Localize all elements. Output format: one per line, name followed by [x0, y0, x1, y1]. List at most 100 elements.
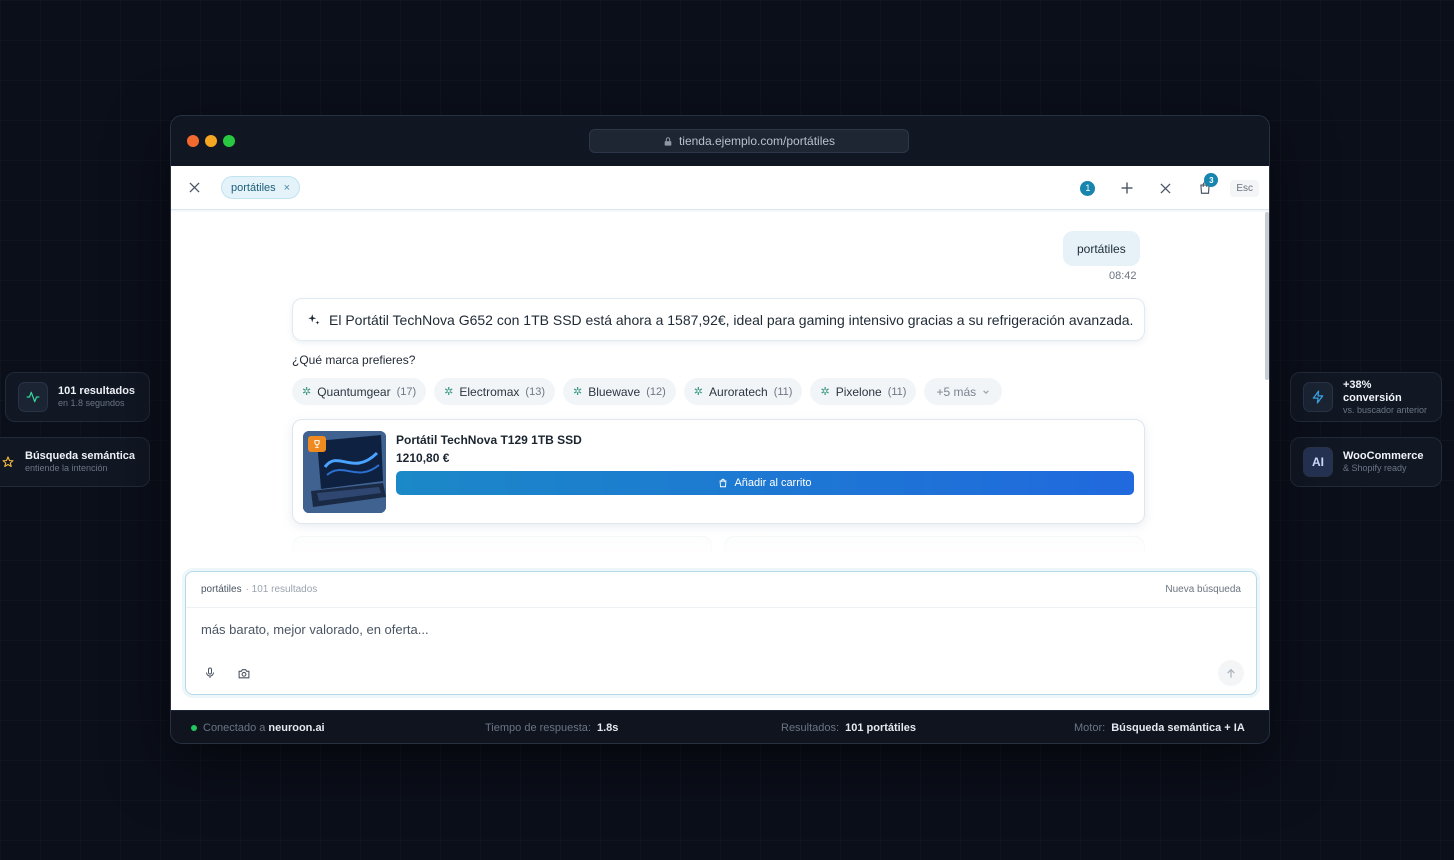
- star-icon: [1, 447, 15, 477]
- address-bar[interactable]: tienda.ejemplo.com/portátiles: [589, 129, 909, 153]
- minimize-window-dot[interactable]: [205, 135, 217, 147]
- brand-name: Electromax: [459, 384, 520, 399]
- current-term: portátiles: [201, 584, 242, 595]
- sparkle-icon: [308, 313, 320, 325]
- chat-scrollbar[interactable]: [1265, 212, 1269, 380]
- connection-label: Conectado a: [203, 722, 266, 734]
- lock-icon: [664, 136, 672, 146]
- close-search-button[interactable]: [1146, 166, 1185, 210]
- results-status: Resultados: 101 portátiles: [781, 722, 916, 734]
- engine-value: Búsqueda semántica + IA: [1111, 722, 1245, 734]
- cart-icon: [720, 478, 727, 488]
- status-dot-icon: [191, 725, 197, 731]
- platform-card: AI WooCommerce & Shopify ready: [1290, 437, 1442, 487]
- active-search-chip[interactable]: portátiles ×: [221, 176, 301, 199]
- semantic-search-title: Búsqueda semántica: [25, 450, 136, 462]
- url-text: tienda.ejemplo.com/portátiles: [678, 134, 836, 148]
- arrow-up-icon: [1227, 668, 1235, 678]
- chat-area[interactable]: portátiles 08:42 El Portátil TechNova G6…: [171, 210, 1269, 555]
- conversion-stat-subtitle: vs. buscador anterior: [1343, 404, 1428, 415]
- status-bar: Conectado a neuroon.ai Tiempo de respues…: [171, 710, 1269, 743]
- conversion-stat-title: +38% conversión: [1343, 378, 1402, 404]
- product-card[interactable]: Portátil TechNova T129 1TB SSD 1210,80 €…: [292, 419, 1145, 524]
- brand-name: Pixelone: [835, 384, 882, 399]
- input-context-bar: portátiles · 101 resultados Nueva búsque…: [186, 572, 1256, 608]
- connection-value: neuroon.ai: [268, 722, 325, 734]
- sparkle-icon: ✲: [572, 386, 583, 398]
- brand-count: (12): [646, 385, 666, 398]
- new-search-button[interactable]: Nueva búsqueda: [1165, 584, 1241, 595]
- esc-key-hint[interactable]: Esc: [1230, 179, 1259, 197]
- results-stat-title: 101 resultados: [58, 385, 136, 397]
- user-message-bubble: portátiles: [1063, 231, 1140, 266]
- response-time-label: Tiempo de respuesta:: [485, 722, 591, 734]
- ai-badge-icon: AI: [1303, 447, 1333, 477]
- engine-status: Motor: Búsqueda semántica + IA: [1074, 722, 1245, 734]
- sparkle-icon: ✲: [693, 386, 704, 398]
- close-icon: [1160, 182, 1171, 194]
- search-chip-label: portátiles: [231, 181, 276, 194]
- remove-chip-icon[interactable]: ×: [284, 182, 290, 194]
- connection-status: Conectado a neuroon.ai: [191, 722, 325, 734]
- send-button[interactable]: [1218, 660, 1244, 686]
- product-name[interactable]: Portátil TechNova T129 1TB SSD: [396, 433, 582, 447]
- cart-button[interactable]: 3: [1185, 166, 1224, 210]
- product-price: 1210,80 €: [396, 451, 450, 465]
- window-controls: [187, 135, 235, 147]
- add-to-cart-button[interactable]: Añadir al carrito: [396, 471, 1134, 495]
- platform-subtitle: & Shopify ready: [1343, 463, 1407, 473]
- results-stat-card: 101 resultados en 1.8 segundos: [5, 372, 150, 422]
- browser-window: tienda.ejemplo.com/portátiles portátiles…: [170, 115, 1270, 744]
- response-time-status: Tiempo de respuesta: 1.8s: [485, 722, 618, 734]
- sparkle-icon: ✲: [444, 386, 454, 398]
- message-timestamp: 08:42: [1109, 270, 1137, 282]
- bolt-icon: [1303, 382, 1333, 412]
- microphone-icon[interactable]: [201, 664, 219, 682]
- add-to-cart-label: Añadir al carrito: [734, 477, 812, 489]
- chat-input-box: portátiles · 101 resultados Nueva búsque…: [185, 571, 1257, 695]
- more-brands-chip[interactable]: +5 más: [924, 378, 1003, 405]
- results-value: 101 portátiles: [845, 722, 917, 734]
- ai-response-text: El Portátil TechNova G652 con 1TB SSD es…: [329, 311, 1134, 328]
- results-label: Resultados:: [781, 722, 840, 734]
- ai-response-message: El Portátil TechNova G652 con 1TB SSD es…: [292, 298, 1145, 341]
- brand-filter-chips: ✲ Quantumgear (17) ✲ Electromax (13) ✲ B…: [292, 378, 1003, 405]
- maximize-window-dot[interactable]: [223, 135, 235, 147]
- brand-chip-pixelone[interactable]: ✲ Pixelone (11): [810, 378, 917, 405]
- results-stat-subtitle: en 1.8 segundos: [58, 398, 125, 408]
- close-icon[interactable]: [187, 181, 201, 195]
- search-app: portátiles × 1 3 Esc portátiles 08:42 El…: [171, 166, 1269, 710]
- activity-icon: [18, 382, 48, 412]
- conversion-stat-card: +38% conversión vs. buscador anterior: [1290, 372, 1442, 422]
- brand-chip-quantumgear[interactable]: ✲ Quantumgear (17): [292, 378, 427, 405]
- brand-name: Quantumgear: [317, 384, 391, 399]
- brand-count: (11): [773, 385, 793, 398]
- user-message-text: portátiles: [1077, 241, 1126, 256]
- sparkle-icon: ✲: [302, 386, 312, 398]
- more-brands-label: +5 más: [936, 384, 977, 399]
- brand-count: (11): [887, 385, 907, 398]
- close-window-dot[interactable]: [187, 135, 199, 147]
- camera-icon[interactable]: [235, 664, 253, 682]
- chevron-down-icon: [983, 389, 989, 394]
- sparkle-icon: ✲: [820, 386, 830, 398]
- brand-chip-electromax[interactable]: ✲ Electromax (13): [434, 378, 555, 405]
- conversation-count-badge: 1: [1080, 180, 1096, 196]
- brand-name: Bluewave: [588, 384, 641, 399]
- refine-search-input[interactable]: [201, 622, 1101, 637]
- brand-chip-auroratech[interactable]: ✲ Auroratech (11): [683, 378, 803, 405]
- product-image[interactable]: [303, 431, 386, 513]
- brand-chip-bluewave[interactable]: ✲ Bluewave (12): [562, 378, 676, 405]
- brand-count: (13): [525, 385, 545, 398]
- engine-label: Motor:: [1074, 722, 1106, 734]
- search-topbar: portátiles × 1 3 Esc: [171, 166, 1269, 210]
- brand-name: Auroratech: [709, 384, 768, 399]
- cart-count-badge: 3: [1204, 173, 1219, 187]
- topbar-actions: 1 3 Esc: [1068, 166, 1259, 210]
- new-chat-button[interactable]: [1107, 166, 1146, 210]
- conversations-button[interactable]: 1: [1068, 166, 1107, 210]
- brand-question: ¿Qué marca prefieres?: [292, 353, 416, 367]
- trophy-icon: [308, 436, 326, 452]
- semantic-search-card: Búsqueda semántica entiende la intención: [0, 437, 150, 487]
- brand-count: (17): [396, 385, 417, 398]
